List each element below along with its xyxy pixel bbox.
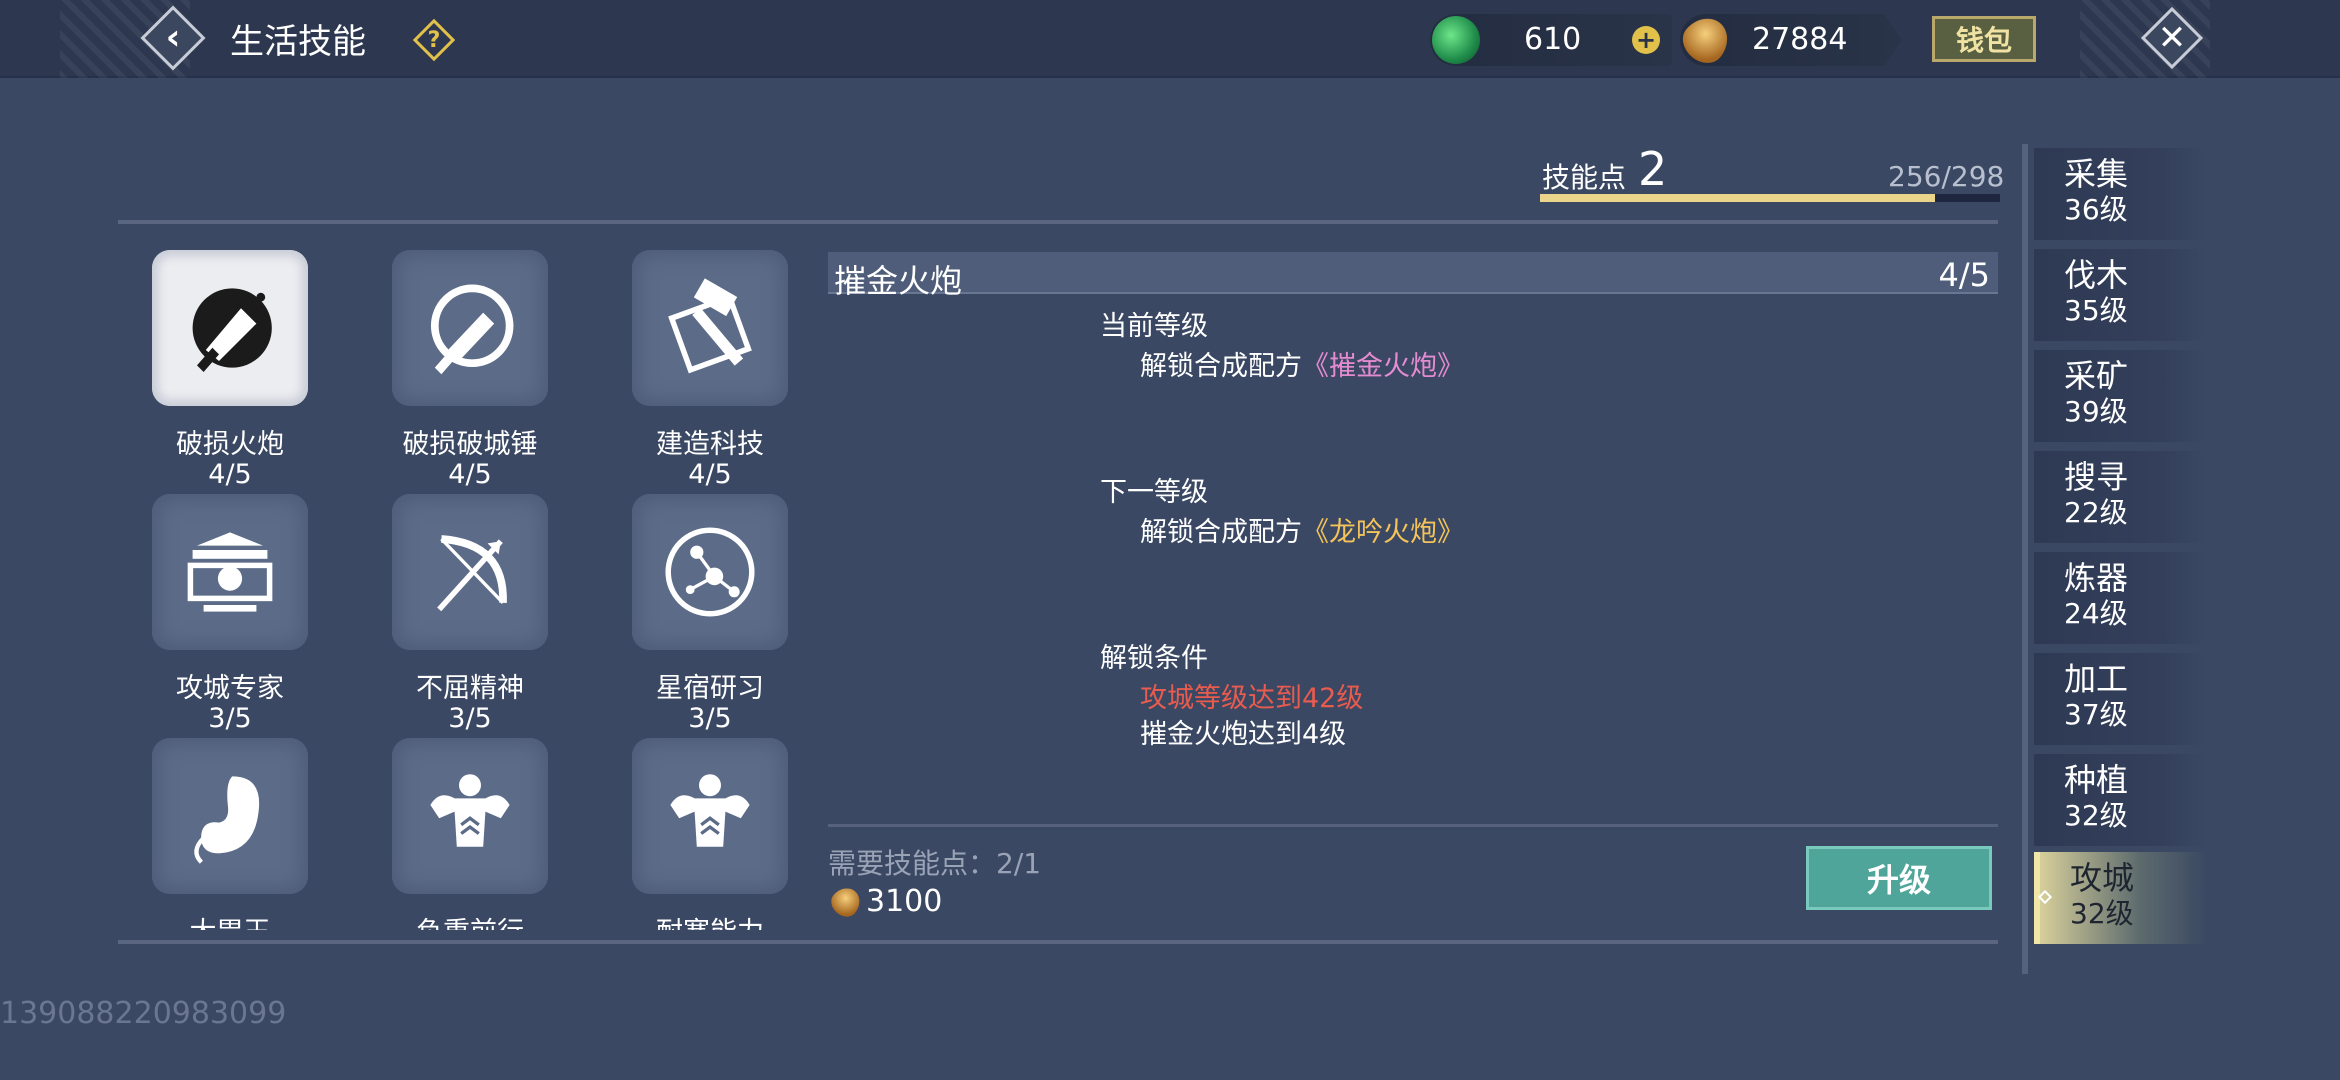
- required-skill-points: 需要技能点：2/1: [828, 842, 1041, 882]
- muscle-icon: [392, 738, 548, 894]
- close-button[interactable]: ✕: [2140, 6, 2204, 70]
- gold-coin-icon: [1680, 14, 1737, 66]
- skill-item-indomitable[interactable]: 不屈精神 3/5: [370, 470, 570, 734]
- tab-planting[interactable]: 种植 32级: [2034, 754, 2206, 846]
- skill-item-build-tech[interactable]: 建造科技 4/5: [610, 226, 798, 490]
- tab-gather[interactable]: 采集 36级: [2034, 148, 2206, 240]
- skill-points-progress-text: 256/298: [1888, 160, 2005, 193]
- skill-detail-title: 摧金火炮: [834, 262, 963, 300]
- tab-level: 24级: [2064, 597, 2128, 630]
- wallet-button[interactable]: 钱包: [1932, 16, 2036, 62]
- tab-search[interactable]: 搜寻 22级: [2034, 451, 2206, 543]
- tab-level: 32级: [2070, 897, 2134, 930]
- siege-expert-icon: [152, 494, 308, 650]
- gold-amount: 27884: [1752, 22, 1848, 57]
- bow-arrow-icon: [392, 494, 548, 650]
- tab-name: 加工: [2064, 660, 2129, 698]
- skill-item-constellation[interactable]: 星宿研习 3/5: [610, 470, 798, 734]
- skill-name: 大胃王: [130, 918, 330, 931]
- selected-marker-icon: [2037, 889, 2053, 905]
- tab-level: 35级: [2064, 294, 2128, 327]
- skill-detail-header: 摧金火炮 4/5: [828, 252, 1998, 300]
- back-arrow-icon: ‹: [165, 17, 181, 58]
- user-id: 139088220983099: [0, 996, 287, 1031]
- skill-points-value: 2: [1638, 142, 1668, 196]
- close-icon: ✕: [2157, 18, 2187, 58]
- tab-name: 伐木: [2064, 256, 2129, 294]
- skill-grid: 破损火炮 4/5 破损破城锤 4/5 建造科技 4/5 攻城专家 3/5 不屈精…: [118, 226, 798, 930]
- unlock-condition-siege-level: 攻城等级达到42级: [1140, 683, 1364, 714]
- current-level-heading: 当前等级: [1100, 311, 1208, 342]
- skill-item-cold-resist[interactable]: 耐寒能力: [610, 714, 798, 930]
- gold-currency: 27884: [1680, 14, 1902, 66]
- skill-points-progress-bar: [1540, 194, 2000, 202]
- skill-item-cannon[interactable]: 破损火炮 4/5: [130, 226, 330, 490]
- divider: [828, 824, 1998, 827]
- tab-level: 39级: [2064, 395, 2128, 428]
- category-tabs-rail: [2022, 144, 2028, 974]
- skill-detail-level: 4/5: [1938, 256, 1991, 294]
- upgrade-cost: 3100: [866, 884, 943, 919]
- skill-points-label: 技能点: [1542, 161, 1627, 194]
- battering-ram-icon: [392, 250, 548, 406]
- unlock-condition-skill-level: 摧金火炮达到4级: [1140, 719, 1347, 750]
- next-level-effect: 解锁合成配方《龙吟火炮》: [1140, 510, 1464, 549]
- next-recipe-name: 《龙吟火炮》: [1302, 517, 1464, 548]
- tab-processing[interactable]: 加工 37级: [2034, 653, 2206, 745]
- required-skill-points-value: 2/1: [996, 847, 1042, 880]
- skill-name: 建造科技: [656, 429, 764, 460]
- jade-amount: 610: [1524, 22, 1582, 57]
- back-button[interactable]: ‹: [140, 5, 206, 71]
- tab-name: 炼器: [2064, 559, 2129, 597]
- page-title: 生活技能: [230, 22, 366, 62]
- unlock-conditions-heading: 解锁条件: [1100, 643, 1208, 674]
- help-button[interactable]: ?: [412, 18, 456, 62]
- skill-item-big-stomach[interactable]: 大胃王: [130, 714, 330, 930]
- hammer-blueprint-icon: [632, 250, 788, 406]
- tab-name: 搜寻: [2064, 458, 2129, 496]
- divider: [118, 940, 1998, 944]
- current-recipe-name: 《摧金火炮》: [1302, 351, 1464, 382]
- tab-mining[interactable]: 采矿 39级: [2034, 350, 2206, 442]
- skill-name: 破损火炮: [176, 429, 284, 460]
- stomach-icon: [152, 738, 308, 894]
- skill-name: 星宿研习: [656, 673, 764, 704]
- current-level-effect: 解锁合成配方《摧金火炮》: [1140, 344, 1464, 383]
- skill-item-battering-ram[interactable]: 破损破城锤 4/5: [370, 226, 570, 490]
- jade-currency: 610 +: [1430, 14, 1672, 66]
- muscle-up-icon: [632, 738, 788, 894]
- skill-name: 不屈精神: [416, 673, 524, 704]
- add-jade-button[interactable]: +: [1632, 26, 1660, 54]
- tab-level: 22级: [2064, 496, 2128, 529]
- top-bar: ‹ 生活技能 ? 610 + 27884 钱包 ✕: [0, 0, 2340, 78]
- tab-name: 攻城: [2070, 859, 2135, 897]
- next-level-heading: 下一等级: [1100, 477, 1208, 508]
- effect-text: 解锁合成配方: [1140, 517, 1302, 548]
- tab-logging[interactable]: 伐木 35级: [2034, 249, 2206, 341]
- upgrade-button[interactable]: 升级: [1806, 846, 1992, 910]
- tab-name: 种植: [2064, 761, 2129, 799]
- tab-name: 采矿: [2064, 357, 2129, 395]
- gold-coin-icon: [826, 882, 866, 922]
- tab-level: 32级: [2064, 799, 2128, 832]
- divider: [118, 220, 1998, 224]
- constellation-icon: [632, 494, 788, 650]
- effect-text: 解锁合成配方: [1140, 351, 1302, 382]
- required-skill-points-label: 需要技能点：: [828, 847, 997, 880]
- jade-icon: [1432, 16, 1480, 64]
- skill-name: 耐寒能力: [610, 918, 798, 931]
- skill-name: 破损破城锤: [402, 429, 538, 460]
- skill-item-carry-weight[interactable]: 负重前行: [370, 714, 570, 930]
- cannon-icon: [152, 250, 308, 406]
- skill-points-progress-fill: [1540, 194, 1936, 202]
- question-icon: ?: [427, 27, 441, 53]
- skill-name: 攻城专家: [176, 673, 284, 704]
- tab-name: 采集: [2064, 155, 2129, 193]
- skill-item-siege-expert[interactable]: 攻城专家 3/5: [130, 470, 330, 734]
- tab-level: 36级: [2064, 193, 2128, 226]
- skill-name: 负重前行: [370, 918, 570, 931]
- tab-level: 37级: [2064, 698, 2128, 731]
- tab-siege[interactable]: 攻城 32级: [2034, 852, 2206, 944]
- tab-forging[interactable]: 炼器 24级: [2034, 552, 2206, 644]
